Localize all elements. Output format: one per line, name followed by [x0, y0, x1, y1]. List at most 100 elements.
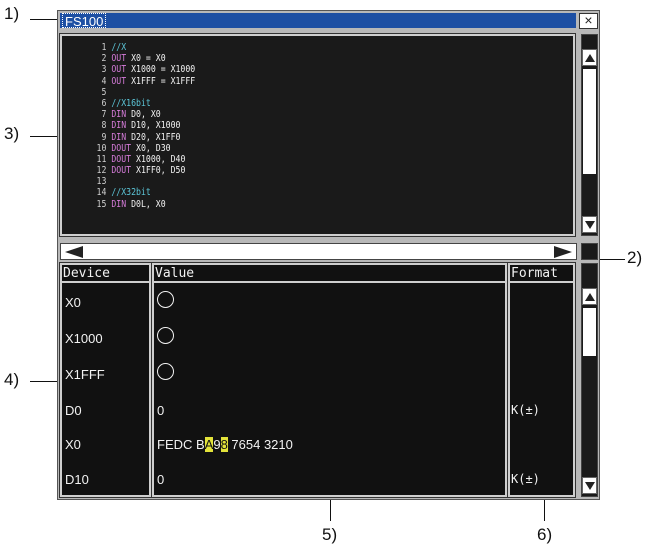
arrow-up-icon: [585, 293, 595, 301]
leader-line-4: [30, 381, 60, 382]
instruction-operands: X0, D30: [131, 142, 171, 154]
title-bar[interactable]: [60, 13, 576, 28]
grid-vertical-scrollbar[interactable]: [581, 263, 598, 497]
value-cell[interactable]: [157, 291, 174, 311]
format-cell[interactable]: K(±): [511, 472, 540, 486]
line-number: 3: [101, 64, 107, 76]
scrollbar-corner: [581, 243, 598, 260]
callout-1: 1): [4, 4, 20, 23]
value-header: Value: [154, 265, 505, 283]
value-column: Value 0 FEDC BA98 7654 3210 0: [151, 262, 508, 498]
code-line: 4 OUT X1FFF = X1FFF: [90, 76, 195, 87]
line-number: 5: [101, 86, 107, 98]
code-line: 5: [90, 87, 195, 98]
instruction-operands: D0, X0: [126, 109, 161, 121]
instruction-operands: X0 = X0: [126, 53, 166, 65]
leader-line-2: [600, 259, 625, 260]
line-number: 12: [96, 165, 107, 177]
code-listing: 1 //X 2 OUT X0 = X0 3 OUT X1000 = X1000 4 OUT X…: [90, 42, 196, 210]
callout-6: 6): [537, 525, 553, 544]
device-column: Device X0 X1000 X1FFF D0 X0 D10: [59, 262, 152, 498]
instruction-keyword: OUT: [111, 53, 127, 65]
close-icon: ×: [584, 12, 593, 28]
line-number: 9: [101, 131, 107, 143]
device-cell[interactable]: X0: [65, 295, 81, 310]
arrow-down-icon: [585, 482, 595, 490]
instruction-keyword: DOUT: [111, 142, 132, 154]
line-number: 7: [101, 109, 107, 121]
hex-text: 9: [213, 437, 221, 452]
program-code-panel[interactable]: 1 //X 2 OUT X0 = X0 3 OUT X1000 = X1000 4 OUT X…: [59, 33, 576, 237]
instruction-keyword: OUT: [111, 75, 127, 87]
scroll-thumb[interactable]: [583, 69, 596, 174]
leader-line-3: [30, 136, 60, 137]
value-cell[interactable]: [157, 363, 174, 383]
scroll-up-button[interactable]: [582, 288, 597, 305]
hex-text: 7654 3210: [227, 437, 293, 452]
instruction-operands: X1FF0, D50: [131, 165, 186, 177]
bit-on-icon: [157, 363, 174, 380]
instruction-operands: X1000 = X1000: [126, 64, 196, 76]
device-cell[interactable]: D0: [65, 403, 82, 418]
code-line: 3 OUT X1000 = X1000: [90, 64, 195, 75]
arrow-right-icon[interactable]: [554, 246, 572, 258]
code-vertical-scrollbar[interactable]: [581, 34, 598, 236]
instruction-keyword: DOUT: [111, 165, 132, 177]
line-number: 2: [101, 53, 107, 65]
device-cell[interactable]: X0: [65, 437, 81, 452]
highlighted-digit: 8: [220, 437, 228, 452]
device-cell[interactable]: X1FFF: [65, 367, 105, 382]
code-line: 11 DOUT X1000, D40: [90, 154, 195, 165]
callout-2: 2): [627, 248, 643, 267]
code-horizontal-scrollbar[interactable]: [60, 243, 577, 260]
code-line: 2 OUT X0 = X0: [90, 53, 195, 64]
instruction-operands: D10, X1000: [126, 120, 181, 132]
hex-text: FEDC B: [157, 437, 205, 452]
format-header: Format: [510, 265, 573, 283]
format-column: Format K(±) K(±): [507, 262, 576, 498]
instruction-keyword: DIN: [111, 109, 127, 121]
code-line: 6 //X16bit: [90, 98, 195, 109]
code-line: 10 DOUT X0, D30: [90, 143, 195, 154]
instruction-operands: X1FFF = X1FFF: [126, 75, 196, 87]
callout-3: 3): [4, 124, 20, 143]
device-cell[interactable]: D10: [65, 472, 89, 487]
instruction-operands: D0L, X0: [126, 198, 166, 210]
device-cell[interactable]: X1000: [65, 331, 103, 346]
line-number: 15: [96, 198, 107, 210]
instruction-keyword: DIN: [111, 120, 127, 132]
value-cell[interactable]: [157, 327, 174, 347]
scroll-thumb[interactable]: [583, 308, 596, 356]
code-line: 14 //X32bit: [90, 187, 195, 198]
line-number: 14: [96, 187, 107, 199]
code-comment: //X32bit: [111, 187, 151, 199]
line-number: 6: [101, 97, 107, 109]
arrow-left-icon[interactable]: [65, 246, 83, 258]
line-number: 10: [96, 142, 107, 154]
line-number: 8: [101, 120, 107, 132]
code-line: 9 DIN D20, X1FF0: [90, 132, 195, 143]
value-cell-hex[interactable]: FEDC BA98 7654 3210: [157, 437, 293, 452]
line-number: 11: [96, 153, 107, 165]
close-button[interactable]: ×: [579, 13, 598, 29]
value-cell[interactable]: 0: [157, 403, 164, 418]
arrow-up-icon: [585, 54, 595, 62]
bit-on-icon: [157, 291, 174, 308]
code-line: 1 //X: [90, 42, 195, 53]
window-title: FS100: [62, 13, 107, 29]
scroll-down-button[interactable]: [582, 477, 597, 494]
code-line: 8 DIN D10, X1000: [90, 120, 195, 131]
leader-line-1: [30, 19, 58, 20]
line-number: 4: [101, 75, 107, 87]
scroll-down-button[interactable]: [582, 216, 597, 233]
instruction-operands: X1000, D40: [131, 153, 186, 165]
instruction-keyword: OUT: [111, 64, 127, 76]
callout-4: 4): [4, 370, 20, 389]
bit-on-icon: [157, 327, 174, 344]
code-line: 13: [90, 176, 195, 187]
device-header: Device: [62, 265, 149, 283]
callout-5: 5): [322, 525, 338, 544]
format-cell[interactable]: K(±): [511, 403, 540, 417]
value-cell[interactable]: 0: [157, 472, 164, 487]
scroll-up-button[interactable]: [582, 49, 597, 66]
